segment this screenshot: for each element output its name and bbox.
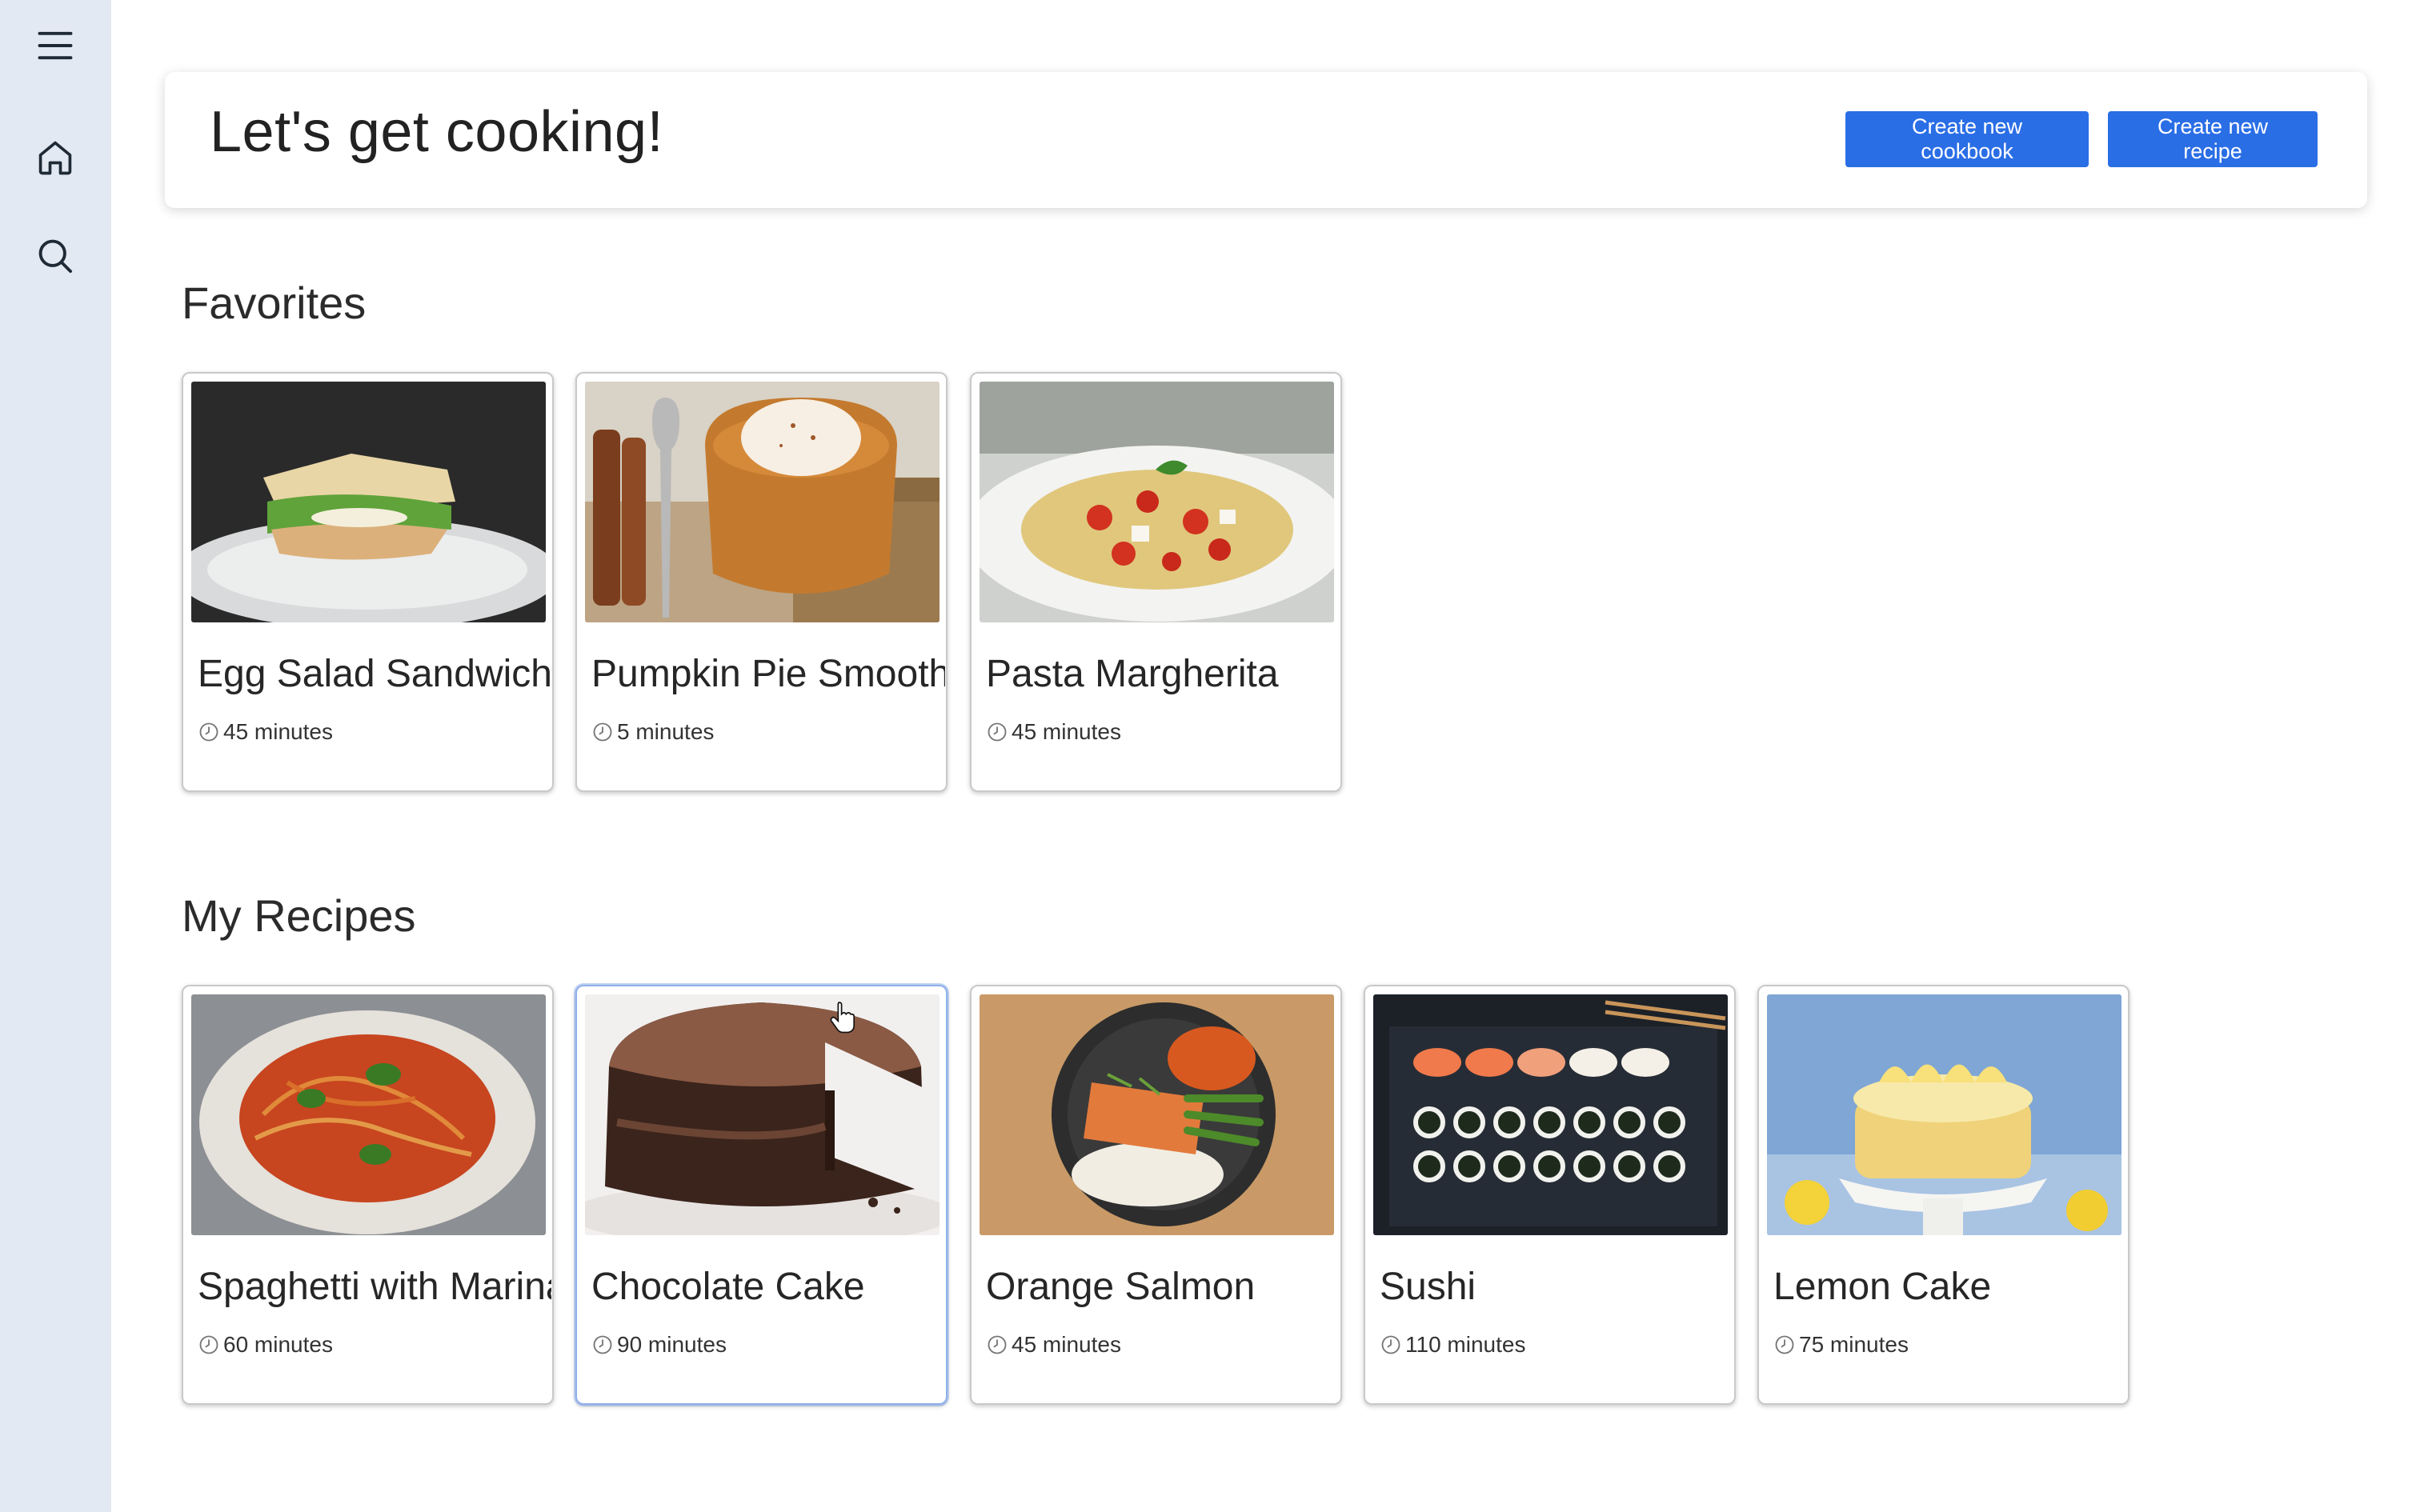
recipe-image — [980, 382, 1334, 622]
header-card: Let's get cooking! Create new cookbook C… — [165, 72, 2367, 208]
recipe-time: 90 minutes — [591, 1332, 727, 1358]
recipe-time: 75 minutes — [1773, 1332, 1909, 1358]
recipe-time-text: 45 minutes — [1012, 1332, 1121, 1357]
recipe-image — [1373, 994, 1728, 1235]
recipe-image — [191, 382, 546, 622]
favorites-title: Favorites — [182, 278, 367, 328]
recipe-time: 45 minutes — [986, 1332, 1121, 1358]
home-icon — [38, 141, 72, 175]
recipe-time-text: 60 minutes — [223, 1332, 333, 1357]
recipe-card[interactable]: Egg Salad Sandwiches 45 minutes — [182, 372, 554, 792]
clock-icon — [199, 1335, 218, 1354]
recipe-time-text: 45 minutes — [223, 719, 333, 744]
recipe-name: Sushi — [1380, 1266, 1476, 1308]
create-cookbook-button[interactable]: Create new cookbook — [1845, 111, 2089, 167]
recipe-image — [585, 382, 940, 622]
recipe-name: Spaghetti with Marinara — [198, 1266, 551, 1308]
recipe-name: Orange Salmon — [986, 1266, 1256, 1308]
hamburger-menu-icon — [38, 31, 73, 60]
clock-icon — [199, 722, 218, 742]
recipe-time: 5 minutes — [591, 719, 714, 745]
clock-icon — [1381, 1335, 1400, 1354]
recipe-card[interactable]: Orange Salmon 45 minutes — [970, 985, 1342, 1405]
search-button[interactable] — [27, 228, 83, 284]
recipe-time: 60 minutes — [198, 1332, 333, 1358]
page-title: Let's get cooking! — [210, 100, 664, 164]
clock-icon — [593, 1335, 612, 1354]
recipe-name: Chocolate Cake — [591, 1266, 865, 1308]
menu-button[interactable] — [27, 18, 83, 74]
sidebar — [0, 0, 111, 1512]
recipe-card[interactable]: Sushi 110 minutes — [1364, 985, 1736, 1405]
recipe-image — [980, 994, 1334, 1235]
recipe-time: 45 minutes — [986, 719, 1121, 745]
recipe-card[interactable]: Spaghetti with Marinara 60 minutes — [182, 985, 554, 1405]
recipe-name: Lemon Cake — [1773, 1266, 1992, 1308]
search-icon — [38, 239, 73, 274]
recipe-name: Pasta Margherita — [986, 653, 1279, 695]
clock-icon — [988, 1335, 1007, 1354]
recipe-image — [1767, 994, 2122, 1235]
recipe-card[interactable]: Pasta Margherita 45 minutes — [970, 372, 1342, 792]
clock-icon — [593, 722, 612, 742]
recipe-image — [191, 994, 546, 1235]
create-recipe-button[interactable]: Create new recipe — [2108, 111, 2318, 167]
recipe-image — [585, 994, 940, 1235]
recipe-time-text: 110 minutes — [1405, 1332, 1526, 1357]
recipe-time-text: 75 minutes — [1799, 1332, 1909, 1357]
home-button[interactable] — [27, 130, 83, 186]
clock-icon — [988, 722, 1007, 742]
recipe-time: 110 minutes — [1380, 1332, 1525, 1358]
recipe-time-text: 90 minutes — [617, 1332, 727, 1357]
recipe-name: Egg Salad Sandwiches — [198, 653, 551, 695]
recipe-card[interactable]: Pumpkin Pie Smoothie 5 minutes — [575, 372, 948, 792]
clock-icon — [1775, 1335, 1794, 1354]
recipe-time-text: 5 minutes — [617, 719, 715, 744]
recipe-time: 45 minutes — [198, 719, 333, 745]
recipe-time-text: 45 minutes — [1012, 719, 1121, 744]
recipe-card[interactable]: Chocolate Cake 90 minutes — [575, 985, 948, 1405]
recipe-name: Pumpkin Pie Smoothie — [591, 653, 945, 695]
my-recipes-title: My Recipes — [182, 890, 416, 941]
recipe-card[interactable]: Lemon Cake 75 minutes — [1757, 985, 2130, 1405]
